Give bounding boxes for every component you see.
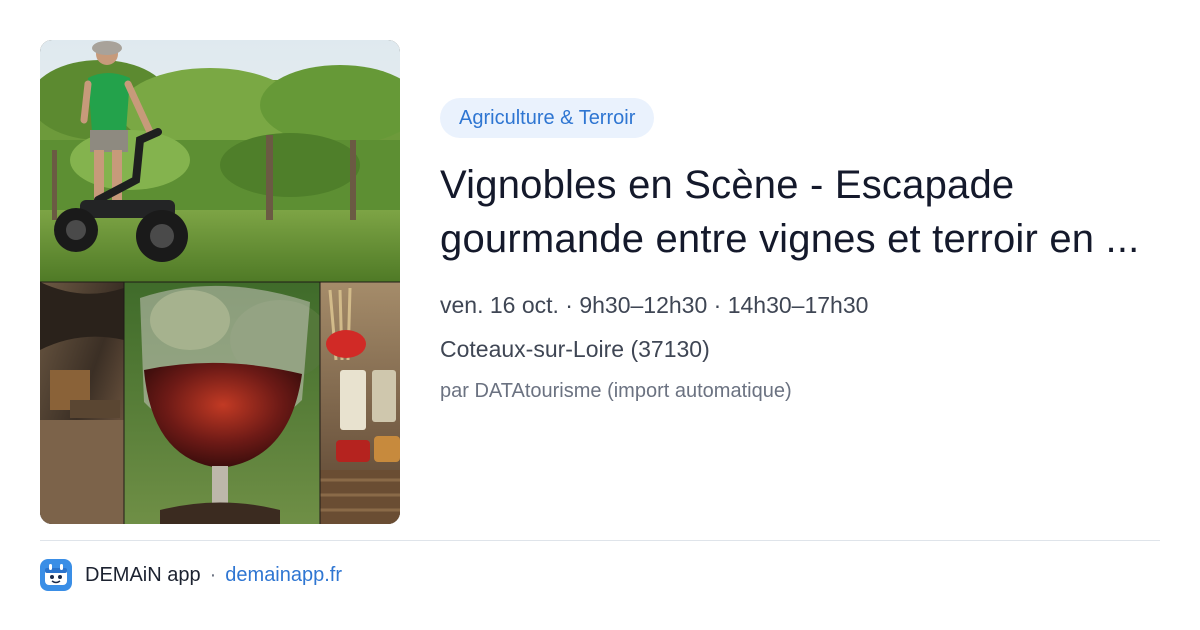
event-location: Coteaux-sur-Loire (37130) [440, 336, 710, 362]
footer-separator: · [209, 563, 217, 586]
event-image-mosaic[interactable] [40, 40, 400, 524]
footer: DEMAiN app · demainapp.fr [40, 558, 342, 592]
products-basket-photo [320, 282, 400, 524]
event-details: Agriculture & Terroir Vignobles en Scène… [440, 98, 1160, 404]
category-tag[interactable]: Agriculture & Terroir [440, 98, 655, 138]
event-title[interactable]: Vignobles en Scène - Escapade gourmande … [440, 158, 1160, 266]
event-source: par DATAtourisme (import automatique) [440, 380, 792, 402]
wine-glass-photo [124, 282, 330, 524]
demain-app-icon[interactable] [40, 559, 72, 591]
share-card: Agriculture & Terroir Vignobles en Scène… [0, 0, 1200, 630]
event-date-times: ven. 16 oct. · 9h30–12h30 · 14h30–17h30 [440, 292, 869, 318]
vineyard-photo [40, 40, 400, 282]
footer-divider [40, 540, 1160, 541]
app-logo-icon [40, 559, 72, 591]
event-photos [40, 40, 400, 524]
app-name: DEMAiN app [85, 563, 201, 586]
cave-photo [40, 282, 124, 524]
app-url-link[interactable]: demainapp.fr [225, 564, 342, 587]
